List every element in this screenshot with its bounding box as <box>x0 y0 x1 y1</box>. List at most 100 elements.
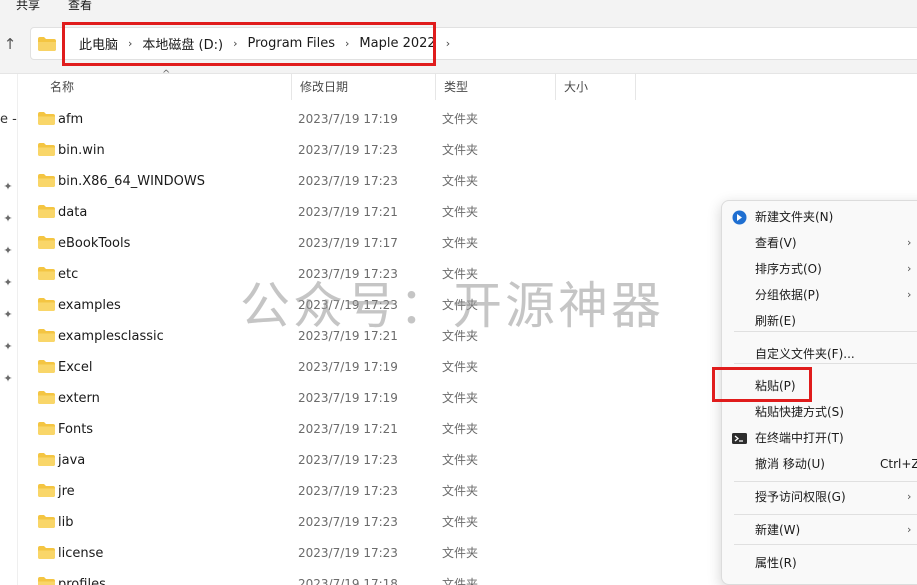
file-name: extern <box>58 391 100 406</box>
view-menu[interactable]: 查看 <box>68 0 92 13</box>
menu-item-label: 排序方式(O) <box>755 262 822 276</box>
file-name: examples <box>58 298 121 313</box>
menu-item-label: 新建文件夹(N) <box>755 210 834 224</box>
file-type: 文件夹 <box>442 422 479 436</box>
file-type: 文件夹 <box>442 577 479 585</box>
file-name: afm <box>58 112 84 127</box>
file-modified-date: 2023/7/19 17:23 <box>298 267 398 281</box>
file-name: bin.X86_64_WINDOWS <box>58 174 205 189</box>
folder-icon <box>38 546 55 559</box>
file-name: Fonts <box>58 422 94 437</box>
context-menu-item[interactable]: 新建文件夹(N) <box>722 204 917 230</box>
file-name: eBookTools <box>58 236 131 251</box>
file-type: 文件夹 <box>442 174 479 188</box>
file-type: 文件夹 <box>442 453 479 467</box>
share-menu[interactable]: 共享 <box>16 0 40 13</box>
folder-icon <box>38 577 55 585</box>
pin-icon[interactable]: ✦ <box>1 340 15 353</box>
column-type[interactable]: 类型 <box>436 74 556 100</box>
file-type: 文件夹 <box>442 267 479 281</box>
file-modified-date: 2023/7/19 17:21 <box>298 205 398 219</box>
folder-icon <box>38 515 55 528</box>
file-row[interactable]: bin.win 2023/7/19 17:23 文件夹 <box>18 135 917 166</box>
file-type: 文件夹 <box>442 391 479 405</box>
context-menu-item[interactable]: 排序方式(O) › <box>722 256 917 282</box>
pin-icon[interactable]: ✦ <box>1 244 15 257</box>
pin-icon[interactable]: ✦ <box>1 276 15 289</box>
pin-icon[interactable]: ✦ <box>1 308 15 321</box>
submenu-chevron-icon: › <box>907 262 912 275</box>
file-modified-date: 2023/7/19 17:23 <box>298 174 398 188</box>
file-name: java <box>58 453 86 468</box>
file-row[interactable]: afm 2023/7/19 17:19 文件夹 <box>18 104 917 135</box>
menu-item-label: 分组依据(P) <box>755 288 820 302</box>
file-modified-date: 2023/7/19 17:23 <box>298 484 398 498</box>
column-date[interactable]: 修改日期 <box>292 74 436 100</box>
file-type: 文件夹 <box>442 484 479 498</box>
context-menu-item[interactable]: 在终端中打开(T) <box>722 425 917 451</box>
paste-highlight-box <box>712 367 812 402</box>
file-type: 文件夹 <box>442 360 479 374</box>
file-type: 文件夹 <box>442 329 479 343</box>
menu-item-label: 查看(V) <box>755 236 797 250</box>
context-menu-item[interactable]: 粘贴快捷方式(S) <box>722 399 917 425</box>
folder-icon <box>38 143 55 156</box>
file-type: 文件夹 <box>442 236 479 250</box>
file-modified-date: 2023/7/19 17:23 <box>298 453 398 467</box>
menu-separator <box>734 544 917 545</box>
menu-separator <box>734 331 917 332</box>
breadcrumb-chevron-icon[interactable]: › <box>439 37 457 50</box>
context-menu-item[interactable]: 撤消 移动(U) Ctrl+Z <box>722 451 917 477</box>
menu-item-shortcut: Ctrl+Z <box>880 457 917 471</box>
context-menu-item[interactable]: 属性(R) <box>722 550 917 576</box>
column-size[interactable]: 大小 <box>556 74 636 100</box>
menu-item-label: 撤消 移动(U) <box>755 457 825 471</box>
submenu-chevron-icon: › <box>907 490 912 503</box>
menu-item-label: 授予访问权限(G) <box>755 490 846 504</box>
file-name: Excel <box>58 360 93 375</box>
file-modified-date: 2023/7/19 17:18 <box>298 577 398 585</box>
file-name: examplesclassic <box>58 329 164 344</box>
pin-icon[interactable]: ✦ <box>1 212 15 225</box>
new-folder-icon <box>732 210 747 225</box>
folder-icon <box>38 391 55 404</box>
menu-item-label: 在终端中打开(T) <box>755 431 844 445</box>
context-menu-item[interactable]: 新建(W) › <box>722 517 917 543</box>
folder-icon <box>38 360 55 373</box>
file-modified-date: 2023/7/19 17:23 <box>298 515 398 529</box>
folder-icon <box>38 236 55 249</box>
column-name[interactable]: 名称 <box>42 74 292 100</box>
file-modified-date: 2023/7/19 17:19 <box>298 360 398 374</box>
file-name: data <box>58 205 88 220</box>
file-type: 文件夹 <box>442 205 479 219</box>
menu-item-label: 新建(W) <box>755 523 801 537</box>
folder-icon <box>38 267 55 280</box>
up-arrow-icon[interactable]: ↑ <box>2 34 18 54</box>
file-row[interactable]: bin.X86_64_WINDOWS 2023/7/19 17:23 文件夹 <box>18 166 917 197</box>
submenu-chevron-icon: › <box>907 288 912 301</box>
folder-icon <box>38 174 55 187</box>
file-name: jre <box>58 484 75 499</box>
address-highlight-box <box>62 22 436 66</box>
file-name: bin.win <box>58 143 105 158</box>
folder-icon <box>38 329 55 342</box>
file-modified-date: 2023/7/19 17:19 <box>298 391 398 405</box>
context-menu-item[interactable]: 分组依据(P) › <box>722 282 917 308</box>
submenu-chevron-icon: › <box>907 236 912 249</box>
pin-icon[interactable]: ✦ <box>1 180 15 193</box>
menu-separator <box>734 481 917 482</box>
file-type: 文件夹 <box>442 546 479 560</box>
file-modified-date: 2023/7/19 17:21 <box>298 422 398 436</box>
folder-icon <box>38 484 55 497</box>
folder-icon <box>38 422 55 435</box>
folder-icon <box>38 112 55 125</box>
column-header: ^ 名称 修改日期 类型 大小 <box>18 69 917 100</box>
file-modified-date: 2023/7/19 17:23 <box>298 143 398 157</box>
context-menu-item[interactable]: 授予访问权限(G) › <box>722 484 917 510</box>
context-menu-item[interactable]: 查看(V) › <box>722 230 917 256</box>
nav-item-fragment[interactable]: e - <box>0 112 17 127</box>
pin-icon[interactable]: ✦ <box>1 372 15 385</box>
file-name: license <box>58 546 104 561</box>
file-name: lib <box>58 515 74 530</box>
menu-item-label: 粘贴快捷方式(S) <box>755 405 844 419</box>
